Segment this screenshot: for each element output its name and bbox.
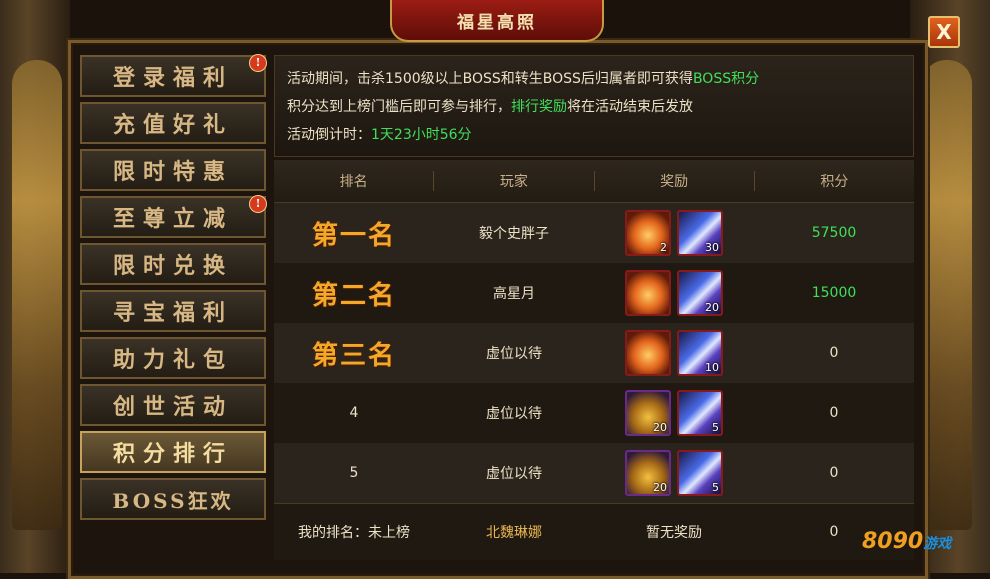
countdown-label: 活动倒计时： <box>287 127 371 143</box>
ranking-table: 排名 玩家 奖励 积分 第一名 毅个史胖子 2 30 57500 第二名 高星月… <box>274 160 914 560</box>
sidebar-item-label: 限时特惠 <box>112 159 233 185</box>
score-value: 15000 <box>811 285 857 301</box>
info-line-2: 积分达到上榜门槛后即可参与排行，排行奖励将在活动结束后发放 <box>287 93 901 121</box>
info-line-1: 活动期间，击杀1500级以上BOSS和转生BOSS后归属者即可获得BOSS积分 <box>287 65 901 93</box>
rank-label: 4 <box>349 405 359 421</box>
rank-label: 第一名 <box>311 220 396 251</box>
watermark-text: 8090 <box>862 529 924 554</box>
alert-badge: ! <box>249 195 267 213</box>
sidebar-item-label: 创世活动 <box>112 394 233 420</box>
reward-list: 2 30 <box>594 210 754 256</box>
table-row: 4 虚位以待 20 5 0 <box>274 383 914 443</box>
reward-list: 20 <box>594 270 754 316</box>
dialog-title: 福星高照 <box>390 0 604 42</box>
item-qty: 5 <box>712 481 719 494</box>
sidebar-item-limited-exchange[interactable]: 限时兑换 <box>80 243 266 285</box>
player-name: 毅个史胖子 <box>479 226 549 242</box>
sidebar-item-support-pack[interactable]: 助力礼包 <box>80 337 266 379</box>
info-text: 积分达到上榜门槛后即可参与排行， <box>287 99 511 115</box>
countdown-value: 1天23小时56分 <box>371 127 472 143</box>
potion-icon[interactable]: 2 <box>625 210 671 256</box>
sidebar-item-label: 充值好礼 <box>112 112 233 138</box>
boss-points-highlight: BOSS积分 <box>692 71 760 87</box>
player-name: 高星月 <box>493 286 535 302</box>
crystal-icon[interactable]: 20 <box>677 270 723 316</box>
potion-icon[interactable] <box>625 330 671 376</box>
chest-icon[interactable]: 20 <box>625 450 671 496</box>
table-row: 第二名 高星月 20 15000 <box>274 263 914 323</box>
rank-reward-highlight: 排行奖励 <box>511 99 567 115</box>
info-text: 活动期间，击杀1500级以上BOSS和转生BOSS后归属者即可获得 <box>287 71 693 87</box>
rank-label: 第三名 <box>311 340 396 371</box>
sidebar-item-points-ranking[interactable]: 积分排行 <box>80 431 266 473</box>
item-qty: 20 <box>705 301 719 314</box>
sidebar-item-boss-carnival[interactable]: BOSS狂欢 <box>80 478 266 520</box>
item-qty: 20 <box>653 421 667 434</box>
sidebar-item-login-bonus[interactable]: 登录福利! <box>80 54 267 97</box>
reward-list: 20 5 <box>594 450 754 496</box>
crystal-icon[interactable]: 5 <box>677 390 723 436</box>
player-name: 虚位以待 <box>486 346 542 362</box>
score-value: 0 <box>829 465 839 481</box>
right-statue-icon <box>922 60 972 530</box>
header-score: 积分 <box>820 174 849 190</box>
alert-badge: ! <box>249 54 267 72</box>
my-rank-row: 我的排名：未上榜 北魏琳娜 暂无奖励 0 <box>274 503 914 560</box>
left-statue-icon <box>12 60 62 530</box>
sidebar-item-label: 积分排行 <box>112 441 233 467</box>
table-row: 第三名 虚位以待 10 0 <box>274 323 914 383</box>
item-qty: 30 <box>705 241 719 254</box>
item-qty: 5 <box>712 421 719 434</box>
player-name: 虚位以待 <box>486 466 542 482</box>
reward-list: 10 <box>594 330 754 376</box>
table-row: 第一名 毅个史胖子 2 30 57500 <box>274 203 914 263</box>
sidebar-item-treasure-hunt[interactable]: 寻宝福利 <box>80 290 266 332</box>
header-reward: 奖励 <box>595 171 755 191</box>
site-watermark-logo: 8090游戏 <box>862 529 982 569</box>
sidebar-item-supreme-discount[interactable]: 至尊立减! <box>80 195 267 238</box>
score-value: 57500 <box>811 225 857 241</box>
my-reward: 暂无奖励 <box>646 525 702 541</box>
player-name: 虚位以待 <box>486 406 542 422</box>
score-value: 0 <box>829 345 839 361</box>
crystal-icon[interactable]: 10 <box>677 330 723 376</box>
chest-icon[interactable]: 20 <box>625 390 671 436</box>
close-button[interactable]: X <box>928 16 960 48</box>
potion-icon[interactable] <box>625 270 671 316</box>
my-player-name: 北魏琳娜 <box>486 525 542 541</box>
header-player: 玩家 <box>434 171 595 191</box>
sidebar-item-label: 助力礼包 <box>112 347 233 373</box>
crystal-icon[interactable]: 30 <box>677 210 723 256</box>
info-text: 将在活动结束后发放 <box>567 99 693 115</box>
rank-label: 第二名 <box>311 280 396 311</box>
reward-list: 20 5 <box>594 390 754 436</box>
table-row: 5 虚位以待 20 5 0 <box>274 443 914 503</box>
sidebar-item-recharge-gift[interactable]: 充值好礼 <box>80 102 266 144</box>
sidebar-item-label: BOSS狂欢 <box>112 488 234 513</box>
countdown: 活动倒计时：1天23小时56分 <box>287 121 901 149</box>
sidebar-item-label: 寻宝福利 <box>112 300 233 326</box>
my-rank-label: 我的排名：未上榜 <box>298 525 410 541</box>
event-info-panel: 活动期间，击杀1500级以上BOSS和转生BOSS后归属者即可获得BOSS积分 … <box>274 55 914 157</box>
rank-label: 5 <box>349 465 359 481</box>
table-header: 排名 玩家 奖励 积分 <box>274 160 914 203</box>
watermark-sub: 游戏 <box>923 536 952 552</box>
sidebar-item-genesis-event[interactable]: 创世活动 <box>80 384 266 426</box>
sidebar-item-label: 登录福利 <box>112 65 233 91</box>
item-qty: 10 <box>705 361 719 374</box>
sidebar-item-limited-offer[interactable]: 限时特惠 <box>80 149 266 191</box>
header-rank: 排名 <box>274 171 435 191</box>
crystal-icon[interactable]: 5 <box>677 450 723 496</box>
sidebar: 登录福利! 充值好礼 限时特惠 至尊立减! 限时兑换 寻宝福利 助力礼包 创世活… <box>80 54 270 525</box>
sidebar-item-label: 至尊立减 <box>112 206 233 232</box>
item-qty: 2 <box>660 241 667 254</box>
score-value: 0 <box>829 405 839 421</box>
sidebar-item-label: 限时兑换 <box>112 253 233 279</box>
item-qty: 20 <box>653 481 667 494</box>
